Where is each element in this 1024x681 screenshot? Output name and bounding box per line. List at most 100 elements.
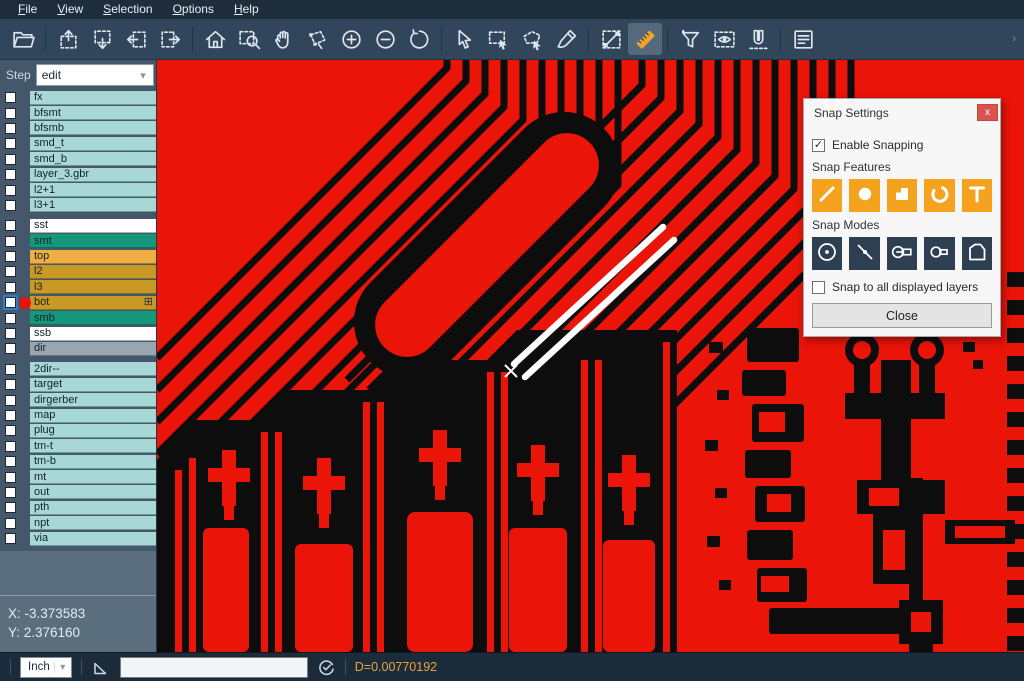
zoom-in-button[interactable]	[334, 23, 368, 55]
layer-visibility-checkbox-out[interactable]	[5, 487, 16, 498]
dialog-titlebar[interactable]: Snap Settings x	[804, 99, 1000, 124]
toolbar-overflow-icon[interactable]: ›	[1012, 33, 1018, 45]
unit-select[interactable]: Inch ▾	[20, 657, 72, 678]
refresh-check-icon[interactable]	[317, 658, 336, 677]
command-input[interactable]	[120, 657, 308, 678]
snap-surface-button[interactable]	[887, 179, 917, 212]
layer-visibility-checkbox-target[interactable]	[5, 379, 16, 390]
ruler-button[interactable]	[628, 23, 662, 55]
menu-help[interactable]: Help	[224, 1, 269, 18]
snap-all-layers-row[interactable]: Snap to all displayed layers	[812, 280, 992, 294]
layer-fx[interactable]: fx	[30, 91, 156, 105]
select-polygon-button[interactable]	[515, 23, 549, 55]
layer-visibility-checkbox-l2+1[interactable]	[5, 185, 16, 196]
layer-dir[interactable]: dir	[30, 342, 156, 356]
layer-visibility-checkbox-npt[interactable]	[5, 518, 16, 529]
snap-text-button[interactable]	[962, 179, 992, 212]
layer-smb[interactable]: smb	[30, 311, 156, 325]
layer-tm-t[interactable]: tm-t	[30, 439, 156, 453]
snap-profile-button[interactable]	[962, 237, 992, 270]
zoom-previous-button[interactable]	[402, 23, 436, 55]
corner-snap-icon[interactable]	[91, 657, 111, 677]
measure-line-button[interactable]	[594, 23, 628, 55]
layer-via[interactable]: via	[30, 532, 156, 546]
select-arrow-button[interactable]	[447, 23, 481, 55]
layer-visibility-checkbox-dir[interactable]	[5, 343, 16, 354]
layer-ssb[interactable]: ssb	[30, 327, 156, 341]
layer-visibility-checkbox-bfsmt[interactable]	[5, 108, 16, 119]
layer-npt[interactable]: npt	[30, 516, 156, 530]
layer-pth[interactable]: pth	[30, 501, 156, 515]
layer-visibility-checkbox-pth[interactable]	[5, 502, 16, 513]
snap-midpoint-button[interactable]	[849, 237, 879, 270]
pan-up-button[interactable]	[51, 23, 85, 55]
layer-visibility-checkbox-smd_b[interactable]	[5, 154, 16, 165]
layer-visibility-checkbox-tm-b[interactable]	[5, 456, 16, 467]
layer-visibility-checkbox-fx[interactable]	[5, 92, 16, 103]
layer-visibility-checkbox-bfsmb[interactable]	[5, 123, 16, 134]
zoom-out-button[interactable]	[368, 23, 402, 55]
layer-bfsmt[interactable]: bfsmt	[30, 106, 156, 120]
layer-visibility-checkbox-top[interactable]	[5, 251, 16, 262]
layer-visibility-checkbox-l3+1[interactable]	[5, 200, 16, 211]
layer-smd_t[interactable]: smd_t	[30, 137, 156, 151]
magnet-button[interactable]	[741, 23, 775, 55]
layer-out[interactable]: out	[30, 485, 156, 499]
layer-visibility-checkbox-dirgerber[interactable]	[5, 395, 16, 406]
layer-visibility-checkbox-l2[interactable]	[5, 266, 16, 277]
snap-all-layers-checkbox[interactable]	[812, 281, 825, 294]
layer-visibility-checkbox-smd_t[interactable]	[5, 138, 16, 149]
snap-center-button[interactable]	[812, 237, 842, 270]
zoom-polygon-button[interactable]	[300, 23, 334, 55]
layer-mt[interactable]: mt	[30, 470, 156, 484]
layer-plug[interactable]: plug	[30, 424, 156, 438]
menu-options[interactable]: Options	[163, 1, 224, 18]
layer-smd_b[interactable]: smd_b	[30, 152, 156, 166]
pan-hand-button[interactable]	[266, 23, 300, 55]
close-button[interactable]: Close	[812, 303, 992, 328]
select-rect-button[interactable]	[481, 23, 515, 55]
pan-down-button[interactable]	[85, 23, 119, 55]
view-region-button[interactable]	[707, 23, 741, 55]
layer-visibility-checkbox-tm-t[interactable]	[5, 441, 16, 452]
form-button[interactable]	[786, 23, 820, 55]
layer-visibility-checkbox-via[interactable]	[5, 533, 16, 544]
dialog-close-icon[interactable]: x	[977, 104, 998, 121]
layer-l3+1[interactable]: l3+1	[30, 198, 156, 212]
snap-pad-entire-button[interactable]	[887, 237, 917, 270]
brush-button[interactable]	[549, 23, 583, 55]
layer-layer_3.gbr[interactable]: layer_3.gbr	[30, 168, 156, 182]
layer-visibility-checkbox-sst[interactable]	[5, 220, 16, 231]
layer-visibility-checkbox-l3[interactable]	[5, 282, 16, 293]
layer-visibility-checkbox-mt[interactable]	[5, 472, 16, 483]
filter-button[interactable]	[673, 23, 707, 55]
open-folder-button[interactable]	[6, 23, 40, 55]
menu-view[interactable]: View	[47, 1, 93, 18]
layer-target[interactable]: target	[30, 378, 156, 392]
layer-l3[interactable]: l3	[30, 280, 156, 294]
layer-tm-b[interactable]: tm-b	[30, 455, 156, 469]
layer-visibility-checkbox-layer_3.gbr[interactable]	[5, 169, 16, 180]
pan-right-button[interactable]	[153, 23, 187, 55]
home-button[interactable]	[198, 23, 232, 55]
layer-l2[interactable]: l2	[30, 265, 156, 279]
enable-snapping-checkbox[interactable]: ✓	[812, 139, 825, 152]
enable-snapping-row[interactable]: ✓ Enable Snapping	[812, 138, 992, 152]
snap-pad-button[interactable]	[849, 179, 879, 212]
layer-visibility-checkbox-smb[interactable]	[5, 313, 16, 324]
layer-2dir--[interactable]: 2dir--	[30, 362, 156, 376]
layer-sst[interactable]: sst	[30, 219, 156, 233]
layer-visibility-checkbox-plug[interactable]	[5, 425, 16, 436]
snap-arc-button[interactable]	[924, 179, 954, 212]
menu-selection[interactable]: Selection	[93, 1, 162, 18]
layer-visibility-checkbox-smt[interactable]	[5, 236, 16, 247]
layer-visibility-checkbox-map[interactable]	[5, 410, 16, 421]
snap-pad-hole-button[interactable]	[924, 237, 954, 270]
layer-bot[interactable]: bot⊞	[30, 296, 156, 310]
snap-line-button[interactable]	[812, 179, 842, 212]
layer-dirgerber[interactable]: dirgerber	[30, 393, 156, 407]
layer-l2+1[interactable]: l2+1	[30, 183, 156, 197]
layer-map[interactable]: map	[30, 409, 156, 423]
layer-visibility-checkbox-ssb[interactable]	[5, 328, 16, 339]
zoom-window-button[interactable]	[232, 23, 266, 55]
